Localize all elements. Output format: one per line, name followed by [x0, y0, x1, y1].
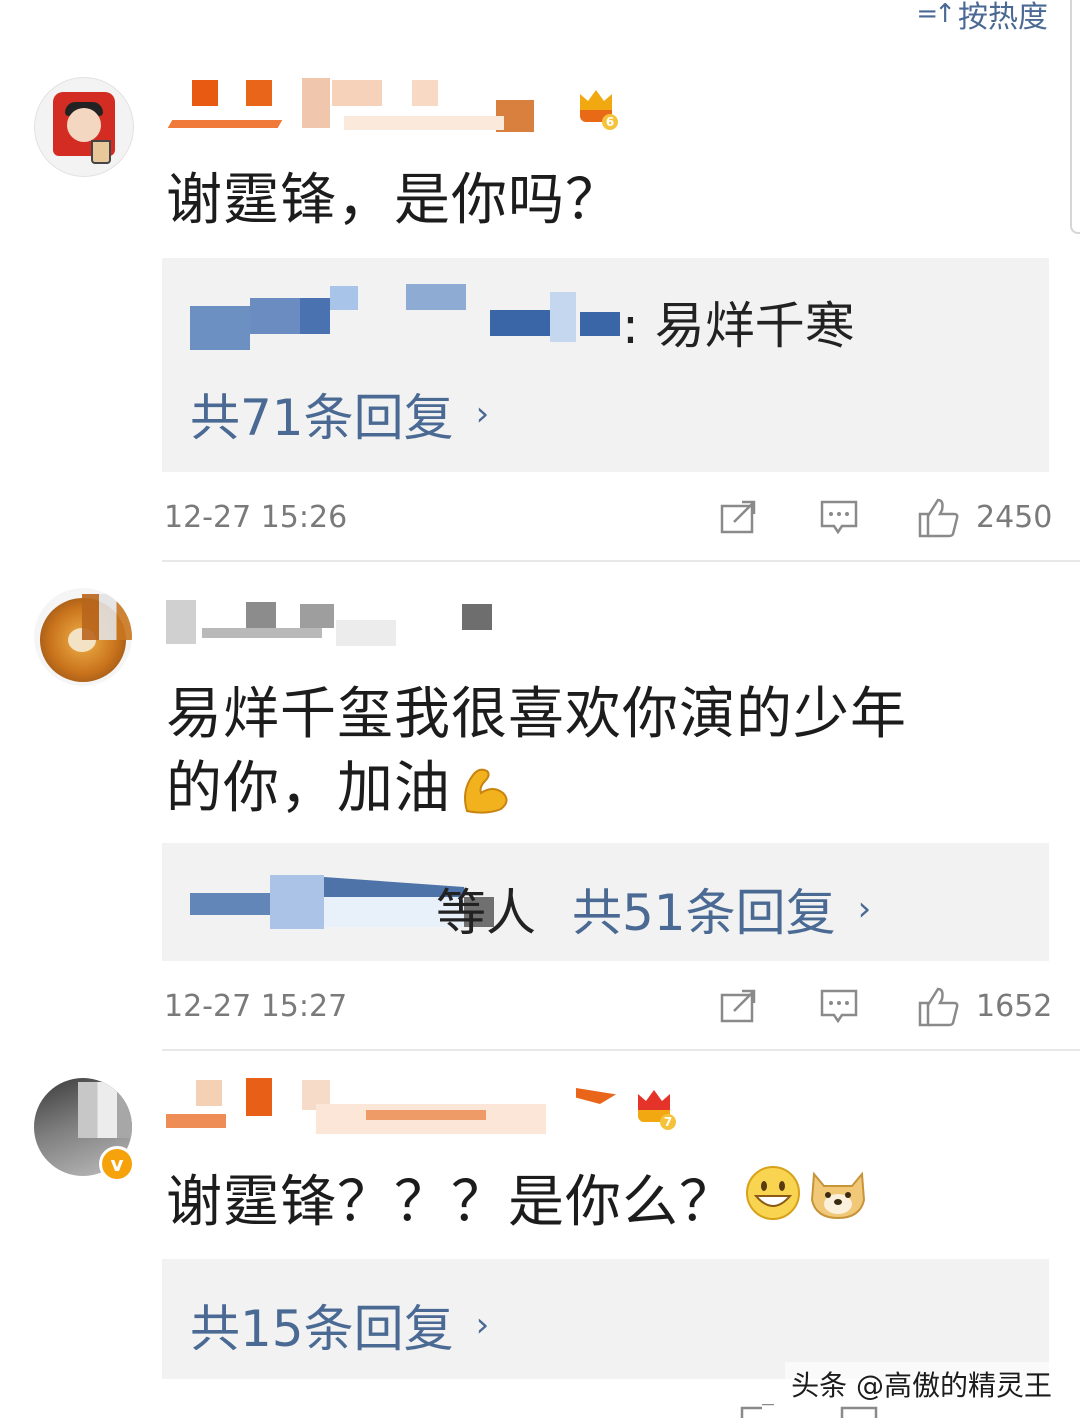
- comment-timestamp: 12-27 15:27: [164, 989, 348, 1024]
- sort-icon: =↑: [916, 0, 956, 29]
- watermark: 头条 @高傲的精灵王: [785, 1362, 1058, 1406]
- username-obscured[interactable]: [166, 1076, 626, 1146]
- sort-by-hot-button[interactable]: =↑ 按热度: [916, 0, 1048, 36]
- username-obscured[interactable]: [166, 76, 626, 146]
- chevron-right-icon: ›: [475, 394, 490, 434]
- sort-label: 按热度: [958, 0, 1048, 35]
- replier-obscured: [190, 272, 620, 350]
- more-replies-link[interactable]: 共71条回复 ›: [190, 378, 489, 450]
- member-crown-icon: 6: [576, 88, 618, 130]
- comment-text: 谢霆锋，是你吗？: [166, 168, 622, 233]
- grin-emoji-icon: [744, 1164, 802, 1241]
- more-replies-link[interactable]: 共51条回复 ›: [572, 873, 871, 945]
- share-icon[interactable]: [720, 989, 758, 1023]
- divider: [162, 560, 1080, 562]
- like-thumb-icon[interactable]: [918, 496, 960, 538]
- username-obscured[interactable]: [166, 592, 496, 662]
- reply-preview-text: : 易烊千寒: [622, 297, 855, 355]
- chevron-right-icon: ›: [857, 889, 872, 929]
- avatar[interactable]: [34, 588, 132, 686]
- comment-icon[interactable]: [840, 1406, 878, 1418]
- like-count: 1652: [976, 989, 1053, 1024]
- comment-icon[interactable]: [820, 500, 858, 536]
- muscle-emoji-icon: [457, 761, 513, 817]
- reply-box[interactable]: 共15条回复 ›: [162, 1259, 1049, 1379]
- divider: [162, 1049, 1080, 1051]
- comment-timestamp: 12-27 15:26: [164, 500, 348, 535]
- comment-text: 易烊千玺我很喜欢你演的少年 的你，加油: [166, 682, 907, 821]
- reply-box[interactable]: : 易烊千寒 共71条回复 ›: [162, 258, 1049, 472]
- like-count: 2450: [976, 500, 1053, 535]
- more-replies-link[interactable]: 共15条回复 ›: [190, 1289, 489, 1361]
- comment-icon[interactable]: [820, 989, 858, 1025]
- share-icon[interactable]: [740, 1404, 778, 1418]
- reply-preview-text: 等人: [436, 884, 536, 942]
- verified-badge-icon: v: [99, 1146, 135, 1182]
- like-thumb-icon[interactable]: [918, 985, 960, 1027]
- member-crown-icon: 7: [634, 1088, 676, 1130]
- scrollbar[interactable]: [1070, 0, 1080, 234]
- share-icon[interactable]: [720, 500, 758, 534]
- reply-box[interactable]: 等人 共51条回复 ›: [162, 843, 1049, 961]
- doge-emoji-icon: [808, 1164, 868, 1241]
- avatar[interactable]: [34, 77, 134, 177]
- comment-text: 谢霆锋？？？是你么？: [166, 1164, 868, 1241]
- chevron-right-icon: ›: [475, 1305, 490, 1345]
